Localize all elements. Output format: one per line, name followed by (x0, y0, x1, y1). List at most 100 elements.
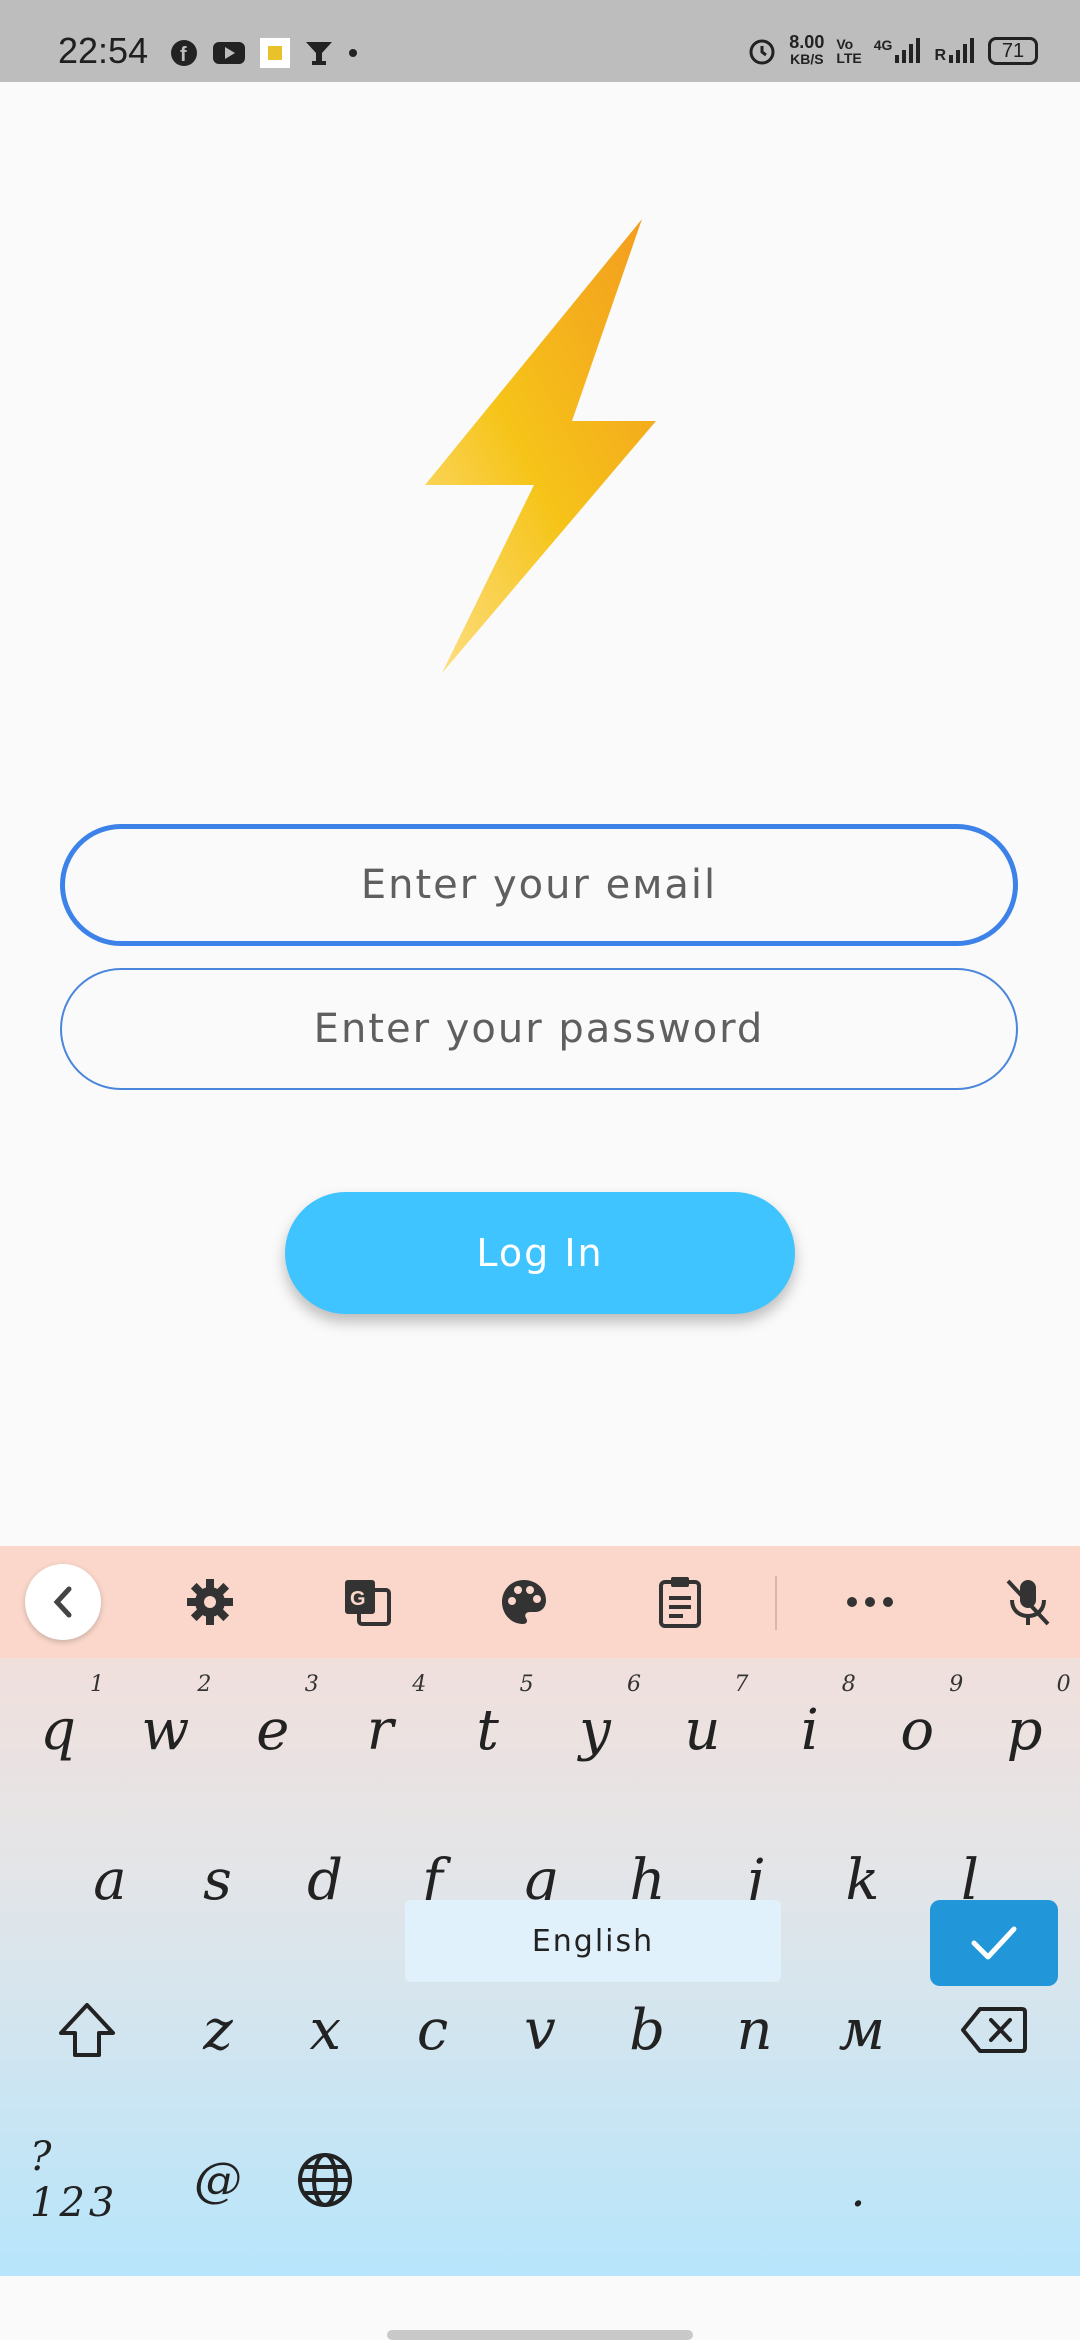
network-type: 4G (873, 37, 893, 53)
key-v[interactable]: v (490, 1980, 590, 2080)
settings-button[interactable] (176, 1568, 244, 1636)
key-z[interactable]: z (168, 1980, 268, 2080)
language-key[interactable] (275, 2130, 375, 2230)
key-number-hint: 5 (519, 1672, 534, 1697)
backspace-key[interactable] (944, 1980, 1044, 2080)
roaming-label: R (934, 47, 946, 64)
key-label: b (629, 1997, 666, 2063)
symbols-key[interactable]: ?123 (30, 2130, 140, 2230)
translate-icon: G (345, 1580, 391, 1626)
login-button[interactable]: Log In (285, 1192, 795, 1314)
status-bar: 22:54 f 8.00 KB/S Vo LTE 4G R 71 (0, 0, 1080, 82)
chevron-left-icon (53, 1586, 72, 1618)
dot-icon (349, 49, 357, 57)
gesture-handle[interactable] (387, 2330, 693, 2340)
palette-icon (502, 1580, 546, 1624)
alarm-icon (749, 39, 775, 65)
navigation-bar (0, 2276, 1080, 2340)
status-right: 8.00 KB/S Vo LTE 4G R 71 (747, 32, 1038, 68)
key-q[interactable]: q1 (8, 1672, 108, 1780)
backspace-icon (961, 2007, 1027, 2053)
key-o[interactable]: o9 (867, 1672, 967, 1780)
app-icon (260, 38, 290, 68)
key-label: n (736, 1997, 773, 2063)
key-number-hint: 7 (734, 1672, 749, 1697)
speed-unit: KB/S (790, 51, 824, 67)
key-s[interactable]: s (168, 1830, 268, 1930)
checkmark-icon (971, 1926, 1017, 1960)
enter-key[interactable] (930, 1900, 1058, 1986)
battery-indicator: 71 (988, 37, 1038, 65)
shift-icon (59, 2003, 115, 2057)
cup-icon (306, 42, 332, 65)
key-label: i (800, 1697, 819, 1763)
symbols-key-label: ?123 (30, 2134, 119, 2226)
key-w[interactable]: w2 (115, 1672, 215, 1780)
period-key[interactable]: . (808, 2140, 908, 2240)
notification-icons: f (170, 38, 358, 68)
signal-4g: 4G (874, 37, 923, 65)
key-number-hint: 4 (412, 1672, 427, 1697)
status-time: 22:54 (58, 30, 149, 71)
lightning-bolt-logo (425, 219, 656, 673)
key-k[interactable]: k (813, 1830, 913, 1930)
globe-icon (298, 2153, 352, 2207)
network-speed: 8.00 KB/S (789, 32, 825, 68)
signal-icon-2 (949, 38, 974, 63)
key-p[interactable]: p0 (975, 1672, 1075, 1780)
key-label: z (203, 1997, 233, 2063)
key-c[interactable]: c (383, 1980, 483, 2080)
key-r[interactable]: r4 (330, 1672, 430, 1780)
space-bar[interactable]: English (405, 1900, 781, 1982)
keyboard-back-button[interactable] (25, 1564, 101, 1640)
speed-value: 8.00 (789, 32, 825, 52)
signal-roaming: R (934, 37, 976, 65)
key-label: p (1006, 1697, 1043, 1763)
key-label: x (309, 1997, 342, 2063)
key-label: u (684, 1697, 721, 1763)
key-label: s (203, 1847, 232, 1913)
key-number-hint: 1 (90, 1672, 104, 1697)
key-number-hint: 3 (304, 1672, 319, 1697)
signal-icon (895, 38, 921, 63)
volte-line2: LTE (836, 50, 862, 66)
login-button-label: Log In (476, 1231, 604, 1275)
voice-input-button[interactable] (994, 1568, 1062, 1636)
key-label: м (838, 1997, 886, 2063)
keyboard-toolbar: G (0, 1546, 1080, 1658)
password-placeholder: Enter your password (313, 1006, 765, 1052)
key-number-hint: 0 (1056, 1672, 1071, 1697)
key-i[interactable]: i8 (760, 1672, 860, 1780)
key-label: w (141, 1697, 190, 1763)
key-b[interactable]: b (597, 1980, 697, 2080)
key-n[interactable]: n (705, 1980, 805, 2080)
key-a[interactable]: a (60, 1830, 160, 1930)
key-e[interactable]: e3 (223, 1672, 323, 1780)
key-y[interactable]: y6 (545, 1672, 645, 1780)
at-key[interactable]: @ (168, 2130, 268, 2230)
email-field[interactable]: Enter your eмail (60, 824, 1018, 946)
key-label: v (524, 1997, 556, 2063)
more-button[interactable] (836, 1568, 904, 1636)
key-d[interactable]: d (275, 1830, 375, 1930)
email-placeholder: Enter your eмail (360, 862, 718, 908)
volte-line1: Vo (836, 36, 854, 52)
key-number-hint: 2 (197, 1672, 212, 1697)
theme-button[interactable] (490, 1568, 558, 1636)
translate-button[interactable]: G (333, 1568, 401, 1636)
svg-text:G: G (350, 1588, 366, 1610)
period-key-label: . (850, 2162, 866, 2218)
clipboard-button[interactable] (646, 1568, 714, 1636)
password-field[interactable]: Enter your password (60, 968, 1018, 1090)
shift-key[interactable] (37, 1980, 137, 2080)
key-label: d (307, 1847, 343, 1913)
toolbar-divider (775, 1576, 777, 1630)
key-t[interactable]: t5 (438, 1672, 538, 1780)
key-m[interactable]: м (812, 1980, 912, 2080)
space-bar-label: English (531, 1923, 655, 1959)
gear-icon (187, 1579, 233, 1625)
facebook-icon: f (171, 40, 197, 66)
key-u[interactable]: u7 (652, 1672, 752, 1780)
key-label: e (256, 1697, 290, 1763)
key-x[interactable]: x (275, 1980, 375, 2080)
